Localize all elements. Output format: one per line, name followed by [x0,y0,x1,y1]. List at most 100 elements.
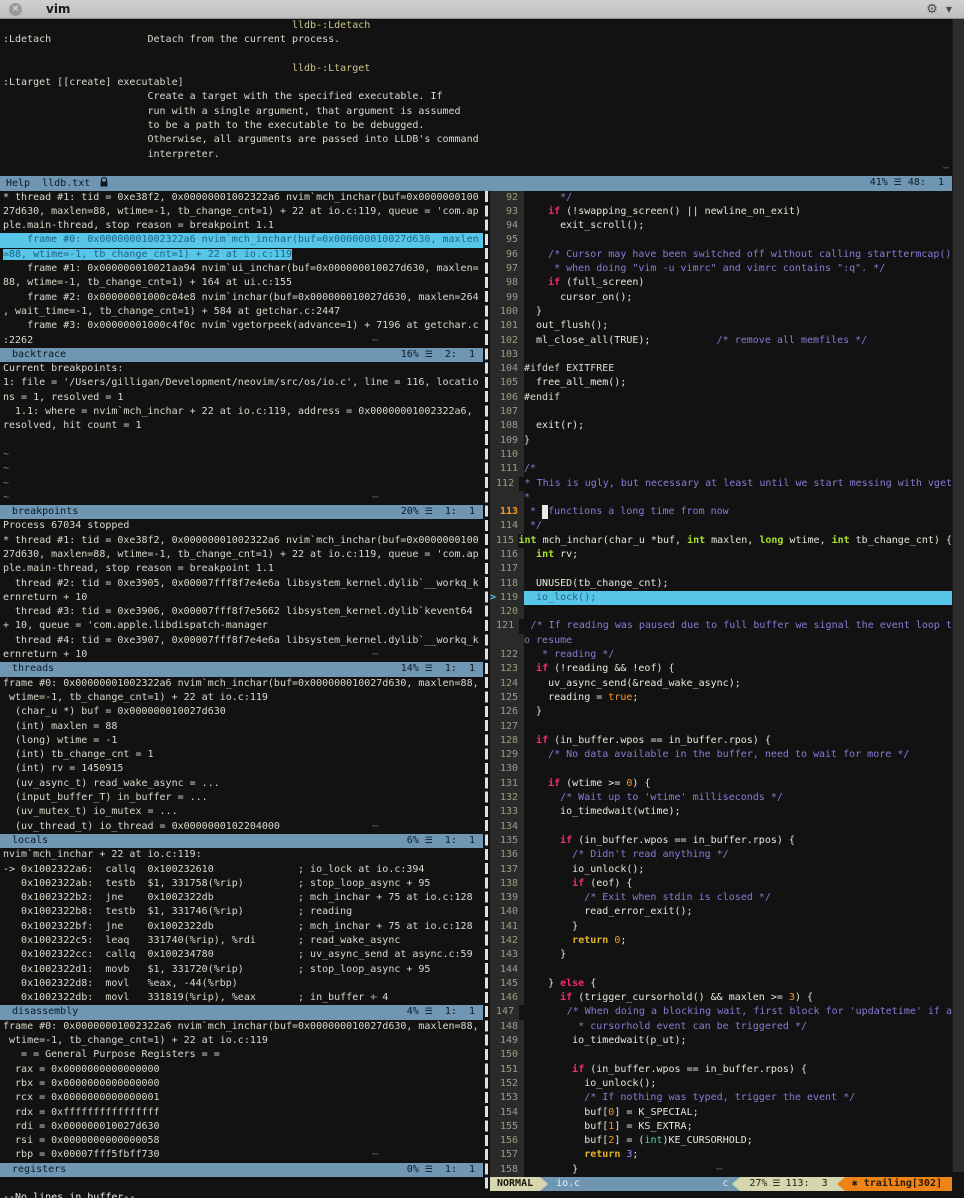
code-text [524,820,952,834]
statusline-code[interactable]: NORMAL io.cc 27%☰113: 3 ✱ trailing[302] [490,1177,952,1191]
code-line: 100 } [490,305,952,319]
sign-column [490,391,498,405]
help-line: Otherwise, all arguments are passed into… [0,133,964,147]
code-line: 156 buf[2] = (int)KE_CURSORHOLD; [490,1134,952,1148]
pane-threads[interactable]: Process 67034 stopped* thread #1: tid = … [0,519,483,662]
line-number: 111 [498,462,518,476]
text-line: nvim`mch_inchar + 22 at io.c:119: [0,848,483,862]
text-line: rdi = 0x000000010027d630 [0,1120,483,1134]
code-text [524,562,952,576]
line-number: 110 [498,448,518,462]
text-line: (uv_mutex_t) io_mutex = ... [0,805,483,819]
dropdown-caret-icon[interactable]: ▼ [946,5,952,14]
text-line: wtime=-1, tb_change_cnt=1) + 22 at io.c:… [0,1034,483,1048]
statusline-backtrace[interactable]: backtrace16%☰ 2: 1 [0,348,483,362]
line-number: 103 [498,348,518,362]
sign-column [490,205,498,219]
pane-disassembly[interactable]: nvim`mch_inchar + 22 at io.c:119:-> 0x10… [0,848,483,1005]
code-text: exit_scroll(); [524,219,952,233]
statusline-registers[interactable]: registers0%☰ 1: 1 [0,1163,483,1177]
pane-status-right: 4%☰ 1: 1 [407,1005,475,1019]
sign-column [490,334,498,348]
code-text: if (full_screen) [524,276,952,290]
line-number: 97 [498,262,518,276]
text-line: 0x1002322b8: testb $1, 331746(%rip) ; re… [0,905,483,919]
code-text [524,720,952,734]
code-line: 107 [490,405,952,419]
code-text: buf[0] = K_SPECIAL; [524,1106,952,1120]
pane-backtrace[interactable]: * thread #1: tid = 0xe38f2, 0x0000000100… [0,191,483,348]
text-line: (uv_thread_t) io_thread = 0x000000010220… [0,820,483,834]
sign-column [490,648,498,662]
line-number: 109 [498,434,518,448]
line-number: 154 [498,1106,518,1120]
code-window[interactable]: 92 */ 93 if (!swapping_screen() || newli… [490,191,952,1177]
lines-icon: ☰ [425,1005,433,1019]
statusline-disassembly[interactable]: disassembly4%☰ 1: 1 [0,1005,483,1019]
line-number: 123 [498,662,518,676]
help-line [0,48,964,62]
sign-column [490,734,498,748]
code-line: 123 if (!reading && !eof) { [490,662,952,676]
line-number: 116 [498,548,518,562]
text-line: rbx = 0x0000000000000000 [0,1077,483,1091]
code-text: if (!reading && !eof) { [524,662,952,676]
text-line: Process 67034 stopped [0,519,483,533]
overflow-dots-icon: ⋯ [716,1163,722,1177]
sign-column [490,920,498,934]
line-number: 114 [498,519,518,533]
code-line: 114 */ [490,519,952,533]
code-text: * reading */ [524,648,952,662]
lines-icon: ☰ [425,348,433,362]
warning-icon: ✱ [852,1178,858,1189]
statusline-threads[interactable]: threads14%☰ 1: 1 [0,662,483,676]
pane-title: locals [6,834,48,848]
text-line: -> 0x1002322a6: callq 0x100232610 ; io_l… [0,863,483,877]
sign-column [490,1134,498,1148]
code-line: 97 * when doing "vim -u vimrc" and vimrc… [490,262,952,276]
sign-column [490,848,498,862]
code-text: * [524,491,952,505]
text-line: = = General Purpose Registers = = [0,1048,483,1062]
text-line: 27d630, maxlen=88, wtime=-1, tb_change_c… [0,548,483,562]
code-text: /* If reading was paused due to full buf… [519,619,952,633]
vertical-separator[interactable] [485,191,488,1192]
text-line: 1: file = '/Users/gilligan/Development/n… [0,376,483,390]
statusline-locals[interactable]: locals6%☰ 1: 1 [0,834,483,848]
pane-status-right: 20%☰ 1: 1 [401,505,475,519]
code-line: 104#ifdef EXITFREE [490,362,952,376]
gear-icon[interactable]: ⚙ [926,2,938,17]
pane-title: breakpoints [6,505,78,519]
sign-column [490,1020,498,1034]
line-number: 92 [498,191,518,205]
line-number: 112 [496,477,514,491]
line-number: 144 [498,963,518,977]
line-number: 119 [498,591,518,605]
code-text: /* Exit when stdin is closed */ [524,891,952,905]
line-number: 142 [498,934,518,948]
close-button[interactable]: × [9,3,22,16]
code-line: 109} [490,434,952,448]
line-number: 121 [496,619,514,633]
statusline-breakpoints[interactable]: breakpoints 20%☰ 1: 1 [0,505,483,519]
line-number: 146 [498,991,518,1005]
sign-column [490,405,498,419]
sign-column [490,777,498,791]
pane-locals[interactable]: frame #0: 0x00000001002322a6 nvim`mch_in… [0,677,483,834]
pane-breakpoints[interactable]: Current breakpoints:1: file = '/Users/gi… [0,362,483,505]
code-line: 144 [490,963,952,977]
trailing-whitespace-badge: ✱ trailing[302] [845,1177,952,1191]
line-number: 136 [498,848,518,862]
statusline-help[interactable]: Help lldb.txt 41%☰48: 1 [0,176,952,190]
text-line: ~ [0,448,483,462]
line-number: 115 [496,534,514,548]
sign-column [490,1048,498,1062]
pane-registers[interactable]: frame #0: 0x00000001002322a6 nvim`mch_in… [0,1020,483,1163]
sign-column [490,948,498,962]
code-text: * This is ugly, but necessary at least u… [519,477,952,491]
help-window[interactable]: lldb-:Ldetach:Ldetach Detach from the cu… [0,19,964,176]
help-status-right: 41%☰48: 1 [870,176,944,190]
line-number: 150 [498,1048,518,1062]
help-line: Create a target with the specified execu… [0,90,964,104]
overflow-dots-icon: ⋯ [372,1148,378,1162]
